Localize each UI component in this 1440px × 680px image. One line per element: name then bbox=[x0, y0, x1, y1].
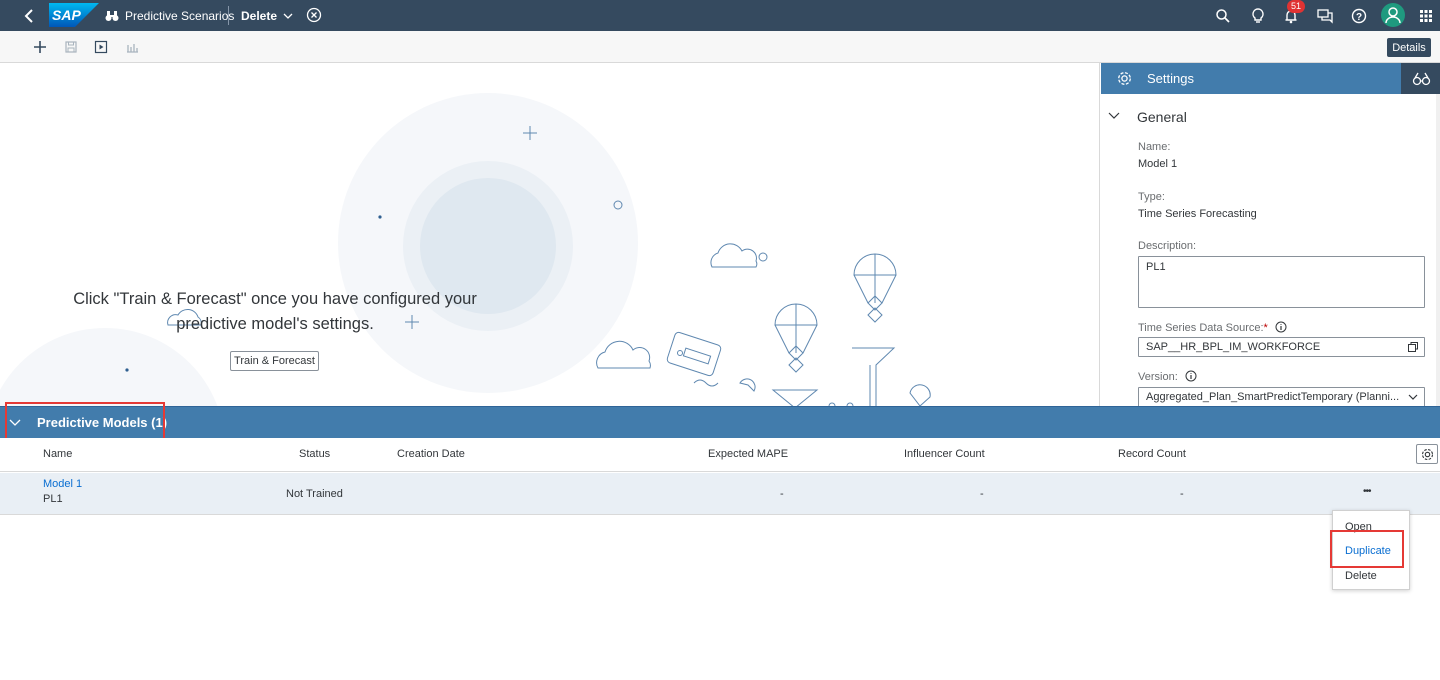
chevron-down-icon[interactable] bbox=[1108, 111, 1120, 121]
version-select[interactable]: Aggregated_Plan_SmartPredictTemporary (P… bbox=[1138, 387, 1425, 406]
details-button[interactable]: Details bbox=[1387, 38, 1431, 57]
value-help-icon[interactable] bbox=[1407, 341, 1419, 353]
column-header-mape[interactable]: Expected MAPE bbox=[708, 448, 788, 460]
table-settings-button[interactable] bbox=[1416, 444, 1438, 464]
highlight-box bbox=[5, 402, 165, 442]
model-influencer-count: - bbox=[980, 488, 984, 500]
run-icon[interactable] bbox=[93, 39, 109, 55]
version-label: Version: bbox=[1138, 371, 1178, 383]
empty-state-message: Click "Train & Forecast" once you have c… bbox=[73, 290, 477, 333]
scenario-canvas: Click "Train & Forecast" once you have c… bbox=[0, 63, 1099, 406]
shell-bar: SAP Predictive Scenarios Delete 51 ? bbox=[0, 0, 1440, 31]
svg-text:?: ? bbox=[1356, 12, 1362, 23]
sap-logo[interactable]: SAP bbox=[49, 3, 99, 27]
back-arrow-icon[interactable] bbox=[20, 6, 40, 26]
shell-separator bbox=[228, 6, 229, 25]
app-title[interactable]: Predictive Scenarios bbox=[105, 0, 234, 31]
gear-icon bbox=[1118, 72, 1131, 85]
required-marker: * bbox=[1263, 322, 1268, 334]
models-table-header: Name Status Creation Date Expected MAPE … bbox=[0, 438, 1440, 472]
close-circle-icon[interactable] bbox=[306, 7, 322, 23]
model-status: Not Trained bbox=[286, 488, 343, 500]
version-value: Aggregated_Plan_SmartPredictTemporary (P… bbox=[1146, 391, 1400, 403]
column-header-influencer-count[interactable]: Influencer Count bbox=[904, 448, 985, 460]
chart-icon[interactable] bbox=[124, 39, 140, 55]
save-icon[interactable] bbox=[63, 39, 79, 55]
menu-item-delete[interactable]: Delete bbox=[1345, 570, 1377, 582]
column-header-record-count[interactable]: Record Count bbox=[1118, 448, 1186, 460]
predictive-models-header[interactable]: Predictive Models (1) bbox=[0, 402, 1440, 442]
info-icon[interactable] bbox=[1185, 370, 1197, 382]
datasource-value: SAP__HR_BPL_IM_WORKFORCE bbox=[1146, 341, 1321, 353]
description-label: Description: bbox=[1138, 240, 1197, 252]
table-row[interactable]: Model 1 PL1 Not Trained - - - ••• bbox=[0, 473, 1440, 515]
name-label: Name: bbox=[1138, 141, 1171, 153]
page-name: Delete bbox=[241, 8, 278, 23]
add-icon[interactable] bbox=[32, 39, 48, 55]
lightbulb-icon[interactable] bbox=[1248, 6, 1268, 26]
name-value: Model 1 bbox=[1138, 158, 1178, 170]
settings-title: Settings bbox=[1147, 71, 1194, 86]
train-forecast-button[interactable]: Train & Forecast bbox=[230, 351, 319, 371]
description-field[interactable]: PL1 bbox=[1138, 256, 1425, 308]
glasses-icon bbox=[1412, 72, 1431, 86]
binoculars-icon bbox=[105, 10, 119, 21]
help-icon[interactable]: ? bbox=[1349, 6, 1369, 26]
empty-state-illustration bbox=[0, 93, 931, 406]
preview-toggle-button[interactable] bbox=[1401, 63, 1440, 94]
type-value: Time Series Forecasting bbox=[1138, 208, 1257, 220]
model-description: PL1 bbox=[43, 493, 63, 505]
datasource-label: Time Series Data Source: bbox=[1138, 322, 1264, 334]
app-title-text: Predictive Scenarios bbox=[125, 8, 235, 23]
notification-badge: 51 bbox=[1287, 0, 1305, 13]
column-header-creation-date[interactable]: Creation Date bbox=[397, 448, 465, 460]
settings-panel: Settings General Name: Model 1 Type: Tim… bbox=[1099, 63, 1440, 406]
user-avatar[interactable] bbox=[1381, 3, 1405, 27]
model-mape: - bbox=[780, 488, 784, 500]
column-header-name[interactable]: Name bbox=[43, 448, 72, 460]
toolbar bbox=[0, 31, 1440, 63]
datasource-label-row: Time Series Data Source:* bbox=[1138, 321, 1287, 334]
info-icon[interactable] bbox=[1275, 321, 1287, 333]
app-grid-icon[interactable] bbox=[1416, 6, 1436, 26]
page-menu-button[interactable]: Delete bbox=[241, 0, 293, 31]
highlight-box bbox=[1330, 530, 1404, 568]
user-icon bbox=[1385, 7, 1401, 24]
gear-icon bbox=[1421, 448, 1434, 461]
model-record-count: - bbox=[1180, 488, 1184, 500]
settings-header: Settings bbox=[1101, 63, 1402, 94]
more-actions-icon[interactable]: ••• bbox=[1363, 486, 1371, 497]
column-header-status[interactable]: Status bbox=[299, 448, 330, 460]
chevron-down-icon bbox=[283, 13, 293, 19]
general-section-title: General bbox=[1137, 109, 1187, 125]
model-name-link[interactable]: Model 1 bbox=[43, 478, 82, 490]
chat-icon[interactable] bbox=[1315, 6, 1335, 26]
version-label-row: Version: bbox=[1138, 370, 1197, 383]
search-icon[interactable] bbox=[1213, 6, 1233, 26]
chevron-down-icon bbox=[1408, 394, 1418, 400]
sap-logo-text: SAP bbox=[52, 7, 81, 23]
type-label: Type: bbox=[1138, 191, 1165, 203]
datasource-field[interactable]: SAP__HR_BPL_IM_WORKFORCE bbox=[1138, 337, 1425, 357]
settings-scrollbar[interactable] bbox=[1436, 94, 1440, 406]
